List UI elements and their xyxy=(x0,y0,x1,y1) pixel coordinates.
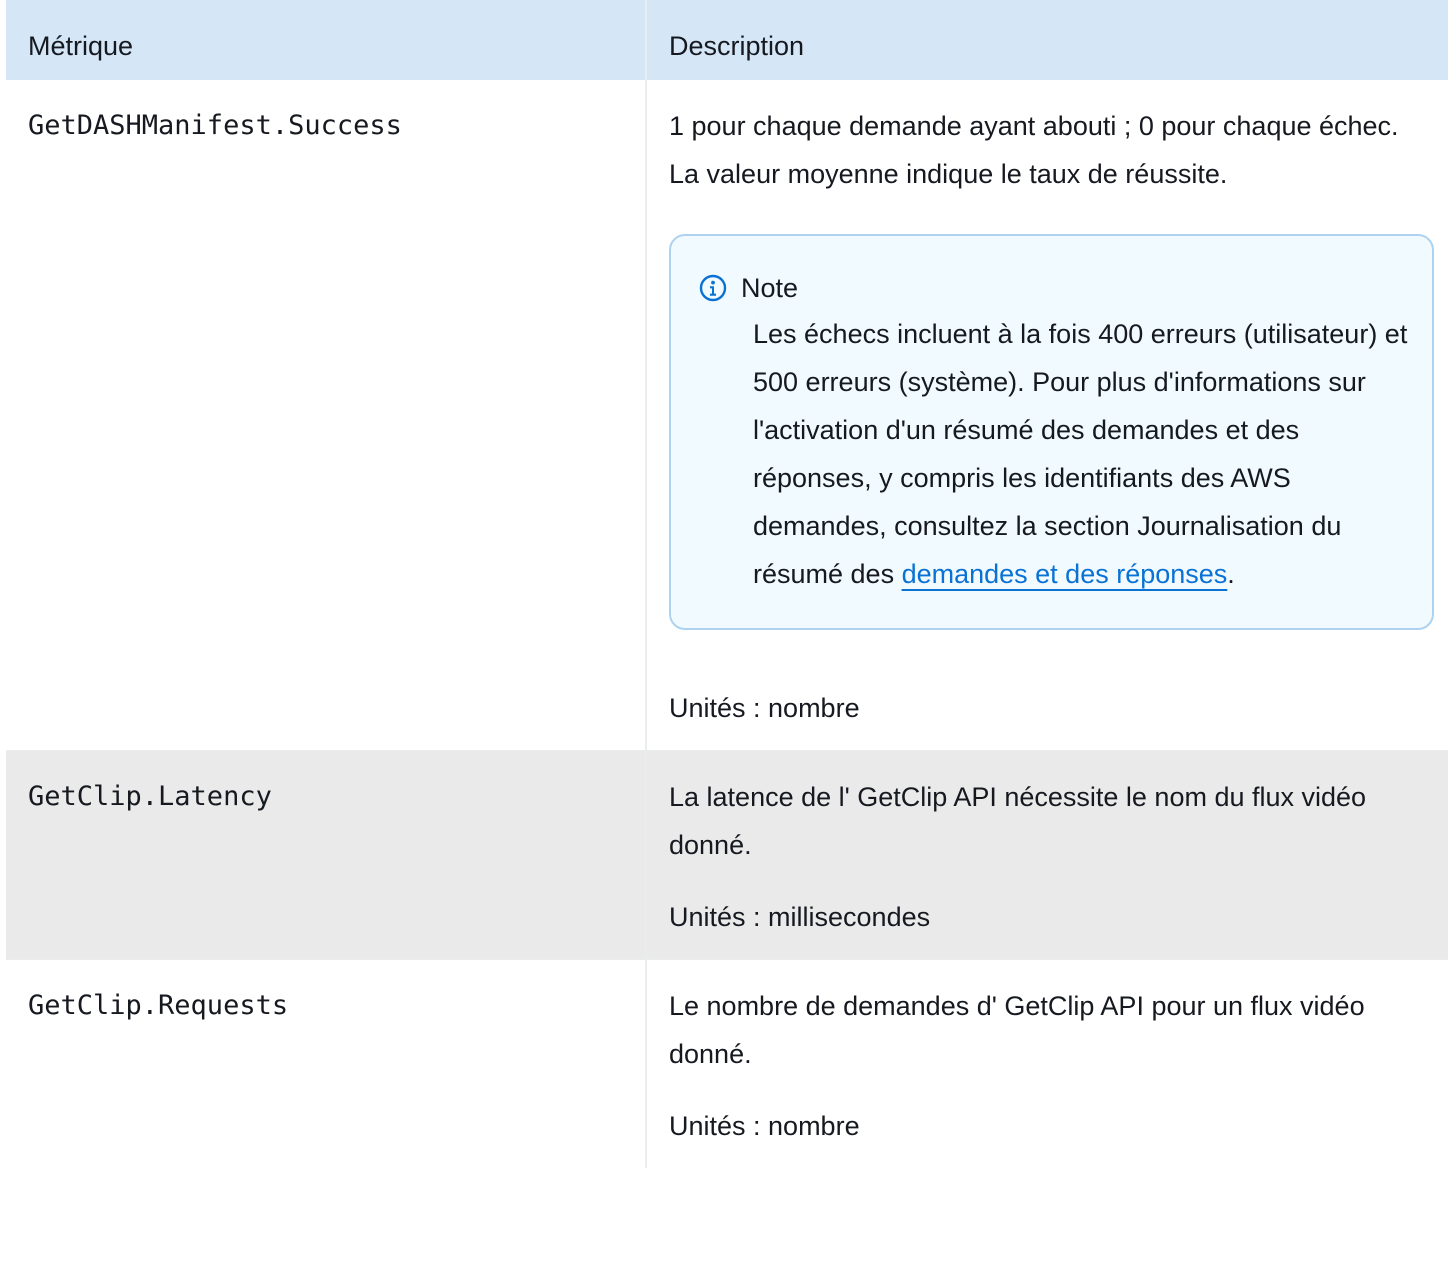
note-box: Note Les échecs incluent à la fois 400 e… xyxy=(669,234,1434,630)
metric-description: 1 pour chaque demande ayant abouti ; 0 p… xyxy=(669,111,1399,189)
metric-description-cell: La latence de l' GetClip API nécessite l… xyxy=(645,750,1448,960)
metric-description-cell: Le nombre de demandes d' GetClip API pou… xyxy=(645,959,1448,1168)
note-text-end: . xyxy=(1227,559,1235,589)
header-description: Description xyxy=(645,0,1448,80)
metrics-table: Métrique Description GetDASHManifest.Suc… xyxy=(6,0,1448,1168)
table-row: GetClip.Requests Le nombre de demandes d… xyxy=(6,959,1448,1168)
metric-description-cell: 1 pour chaque demande ayant abouti ; 0 p… xyxy=(645,80,1448,751)
metric-description: Le nombre de demandes d' GetClip API pou… xyxy=(669,991,1365,1069)
info-icon xyxy=(699,274,727,302)
header-metric: Métrique xyxy=(6,0,646,80)
metric-name: GetClip.Latency xyxy=(6,750,646,960)
metric-name: GetDASHManifest.Success xyxy=(28,110,402,141)
table-row: GetClip.Latency La latence de l' GetClip… xyxy=(6,750,1448,960)
note-title: Note xyxy=(741,273,799,303)
table-row: GetDASHManifest.Success 1 pour chaque de… xyxy=(6,80,1448,751)
metric-units: Unités : nombre xyxy=(669,1111,860,1141)
request-response-logging-link[interactable]: demandes et des réponses xyxy=(902,559,1228,589)
metric-units: Unités : nombre xyxy=(669,693,860,723)
note-header: Note xyxy=(699,268,1408,308)
note-body: Les échecs incluent à la fois 400 erreur… xyxy=(753,310,1408,598)
table-header-row: Métrique Description xyxy=(6,0,1448,80)
metric-description: La latence de l' GetClip API nécessite l… xyxy=(669,782,1367,860)
metric-units: Unités : millisecondes xyxy=(669,902,931,932)
metrics-table-container: Métrique Description GetDASHManifest.Suc… xyxy=(6,0,1448,1283)
metric-name: GetClip.Requests xyxy=(6,959,646,1168)
note-text: Les échecs incluent à la fois 400 erreur… xyxy=(753,319,1408,589)
